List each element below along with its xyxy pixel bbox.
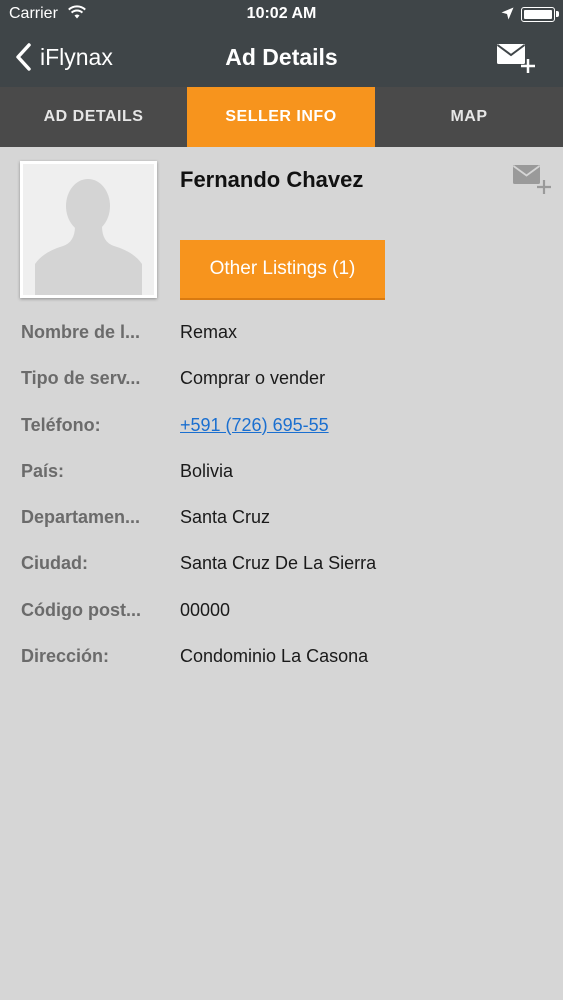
avatar-placeholder-icon: [35, 179, 142, 295]
chevron-left-icon: [16, 43, 31, 71]
detail-row-company: Nombre de l... Remax: [0, 309, 563, 355]
detail-label: Ciudad:: [21, 553, 88, 574]
tab-bar: AD DETAILS SELLER INFO MAP: [0, 87, 563, 147]
detail-value: Santa Cruz: [180, 507, 271, 528]
clock: 10:02 AM: [246, 5, 317, 22]
detail-label: País:: [21, 460, 65, 481]
detail-value: 00000: [180, 599, 231, 620]
detail-row-country: País: Bolivia: [0, 448, 563, 494]
tab-seller-info[interactable]: SELLER INFO: [187, 87, 375, 147]
seller-details-list: Nombre de l... Remax Tipo de serv... Com…: [0, 309, 563, 679]
status-bar: Carrier 10:02 AM: [0, 0, 563, 30]
location-arrow-icon: [501, 7, 514, 20]
detail-value: Condominio La Casona: [180, 646, 369, 667]
detail-label: Nombre de l...: [21, 322, 141, 342]
top-bar: Carrier 10:02 AM iFlynax Ad Details: [0, 0, 563, 87]
seller-name: Fernando Chavez: [180, 167, 364, 192]
detail-row-address: Dirección: Condominio La Casona: [0, 633, 563, 679]
detail-row-department: Departamen... Santa Cruz: [0, 494, 563, 540]
tab-map[interactable]: MAP: [375, 87, 563, 147]
battery-icon: [521, 7, 559, 22]
detail-row-city: Ciudad: Santa Cruz De La Sierra: [0, 540, 563, 586]
detail-label: Código post...: [21, 599, 141, 620]
other-listings-button[interactable]: Other Listings (1): [180, 240, 385, 298]
navigation-bar: iFlynax Ad Details: [0, 30, 563, 87]
detail-row-postal-code: Código post... 00000: [0, 587, 563, 633]
detail-value: Bolivia: [180, 460, 234, 481]
contact-mail-icon[interactable]: [512, 163, 552, 195]
detail-label: Departamen...: [21, 507, 141, 528]
detail-row-phone: Teléfono: +591 (726) 695-55: [0, 402, 563, 448]
tab-ad-details[interactable]: AD DETAILS: [0, 87, 187, 147]
detail-value: Comprar o vender: [180, 368, 326, 389]
mail-add-icon[interactable]: [496, 42, 536, 74]
back-label: iFlynax: [40, 43, 113, 70]
detail-label: Teléfono:: [21, 414, 101, 435]
detail-value: Remax: [180, 322, 238, 342]
back-button[interactable]: iFlynax: [14, 42, 113, 72]
avatar: [20, 161, 157, 298]
detail-label: Tipo de serv...: [21, 368, 141, 389]
phone-link[interactable]: +591 (726) 695-55: [180, 415, 329, 436]
detail-row-service-type: Tipo de serv... Comprar o vender: [0, 355, 563, 401]
detail-value: Santa Cruz De La Sierra: [180, 553, 377, 574]
detail-label: Dirección:: [21, 646, 110, 667]
